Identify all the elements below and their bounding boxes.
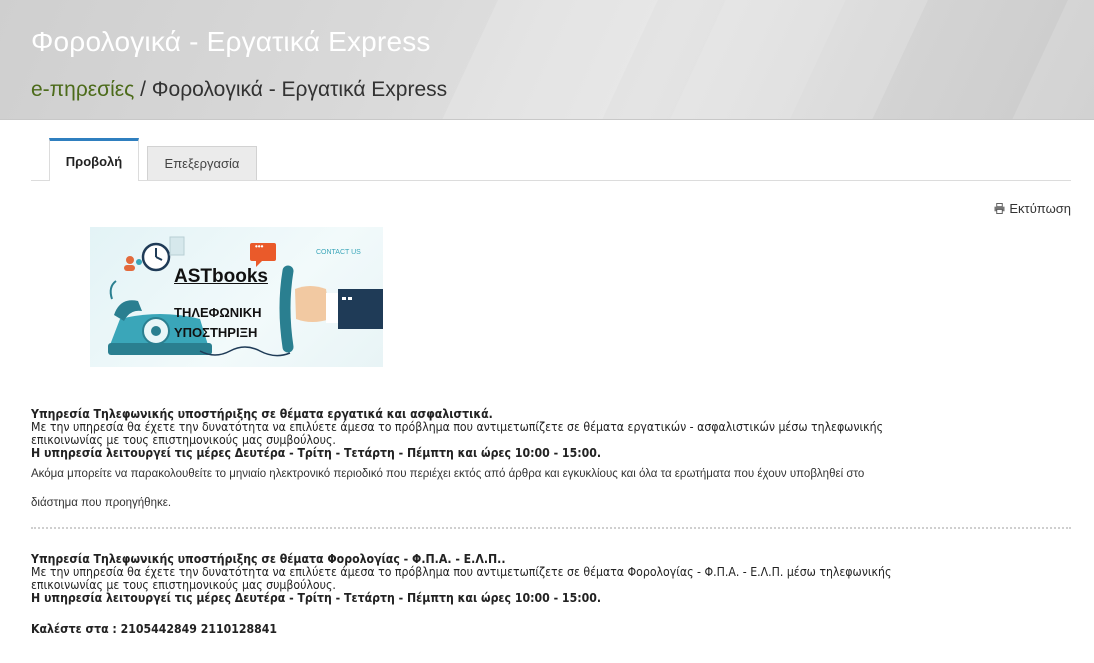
people-icon	[124, 256, 142, 271]
page-header-banner: Φορολογικά - Εργατικά Express e-πηρεσίες…	[0, 0, 1094, 120]
banner-decoration	[863, 0, 1078, 119]
print-label: Εκτύπωση	[1009, 201, 1071, 216]
banner-decoration	[432, 0, 668, 119]
printer-icon	[994, 203, 1005, 214]
section-text: διάστημα που προηγήθηκε.	[31, 497, 172, 509]
page-title: Φορολογικά - Εργατικά Express	[31, 26, 431, 57]
call-phone-numbers: Καλέστε στα : 2105442849 2110128841	[31, 622, 278, 636]
promo-line-2: ΥΠΟΣΤΗΡΙΞΗ	[174, 325, 258, 340]
section-divider	[31, 527, 1071, 529]
promo-line-1: ΤΗΛΕΦΩΝΙΚΗ	[174, 305, 262, 320]
chat-bubble-dots: •••	[255, 242, 264, 251]
section-labor-support: Υπηρεσία Τηλεφωνικής υποστήριξης σε θέμα…	[31, 408, 1071, 518]
breadcrumb-link-services[interactable]: e-πηρεσίες	[31, 78, 134, 101]
clock-icon	[141, 242, 171, 272]
breadcrumb-separator: /	[140, 78, 146, 101]
section-text: Ακόμα μπορείτε να παρακολουθείτε το μηνι…	[31, 468, 865, 480]
promo-illustration	[108, 236, 383, 357]
tab-view[interactable]: Προβολή	[49, 138, 139, 181]
tab-bar: Προβολή Επεξεργασία	[31, 138, 1071, 181]
service-hours: Η υπηρεσία λειτουργεί τις μέρες Δευτέρα …	[31, 446, 602, 460]
brand-name: ASTbooks	[174, 266, 268, 287]
breadcrumb: e-πηρεσίες / Φορολογικά - Εργατικά Expre…	[31, 78, 447, 102]
contact-us-text: CONTACT US	[316, 249, 361, 256]
banner-decoration	[660, 0, 860, 119]
print-link[interactable]: Εκτύπωση	[994, 201, 1071, 216]
breadcrumb-current: Φορολογικά - Εργατικά Express	[151, 78, 448, 101]
service-hours: Η υπηρεσία λειτουργεί τις μέρες Δευτέρα …	[31, 591, 602, 605]
section-tax-support: Υπηρεσία Τηλεφωνικής υποστήριξης σε θέμα…	[31, 553, 1071, 605]
promo-image-phone-support: CONTACT US ••• ASTbooks ΤΗΛΕΦΩΝΙΚΗ ΥΠΟΣΤ…	[90, 227, 383, 367]
tab-edit[interactable]: Επεξεργασία	[147, 146, 257, 180]
handset-icon	[279, 265, 294, 353]
